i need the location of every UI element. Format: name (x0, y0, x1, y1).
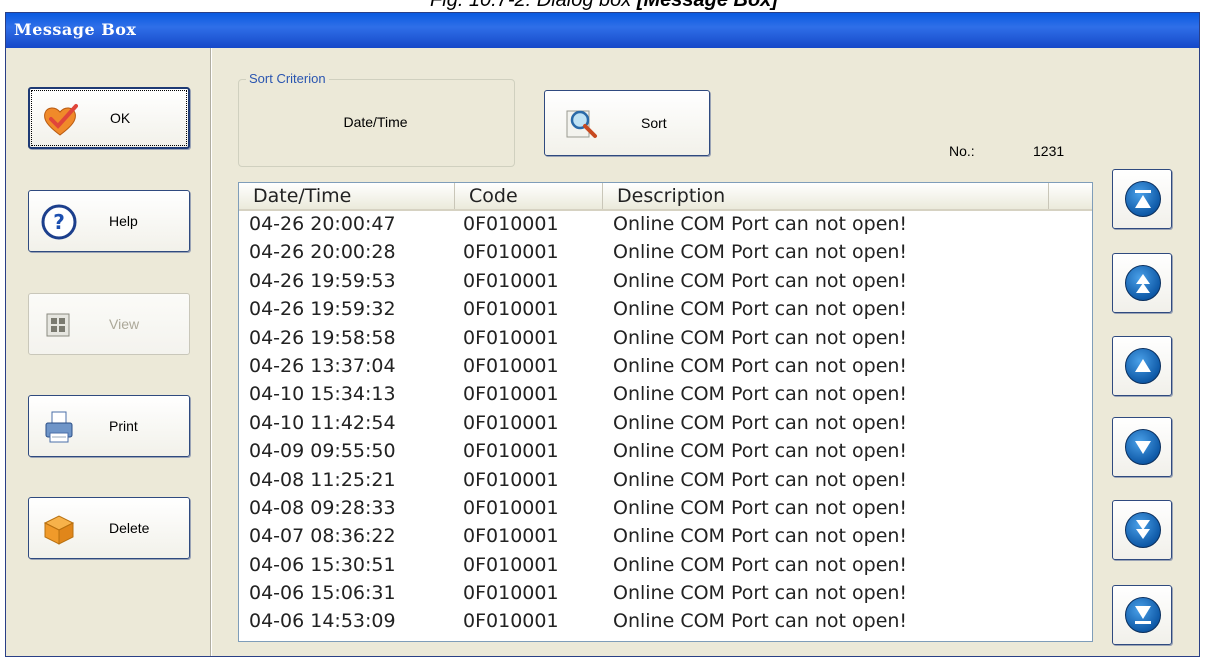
table-row[interactable]: 04-26 19:59:32 0F010001 Online COM Port ca… (239, 296, 1092, 324)
page-up-icon (1136, 274, 1150, 293)
svg-text:?: ? (53, 210, 65, 234)
title-bar[interactable]: Message Box (6, 13, 1199, 48)
column-header-description[interactable]: Description (603, 183, 1049, 209)
table-row[interactable]: 04-26 20:00:28 0F010001 Online COM Port ca… (239, 239, 1092, 267)
print-label: Print (109, 418, 138, 434)
page-up-button[interactable] (1112, 253, 1172, 313)
line-up-icon (1135, 359, 1151, 372)
figure-caption: Fig. 10.7-2: Dialog box [Message Box] (430, 0, 778, 11)
help-button[interactable]: ? Help (28, 190, 190, 252)
first-page-button[interactable] (1112, 169, 1172, 229)
delete-box-icon (43, 515, 75, 545)
message-list[interactable]: Date/Time Code Description 04-26 20:00:4… (238, 182, 1093, 642)
table-row[interactable]: 04-06 15:06:31 0F010001 Online COM Port ca… (239, 580, 1092, 608)
print-button[interactable]: Print (28, 395, 190, 457)
delete-button[interactable]: Delete (28, 497, 190, 559)
printer-icon (45, 411, 73, 443)
line-up-button[interactable] (1112, 336, 1172, 396)
table-row[interactable]: 04-26 13:37:04 0F010001 Online COM Port ca… (239, 353, 1092, 381)
table-row[interactable]: 04-26 19:59:53 0F010001 Online COM Port ca… (239, 268, 1092, 296)
number-label: No.: (949, 143, 975, 159)
column-header-code[interactable]: Code (455, 183, 603, 209)
line-down-icon (1135, 441, 1151, 454)
line-down-button[interactable] (1112, 417, 1172, 477)
ok-label: OK (110, 110, 131, 126)
last-page-button[interactable] (1112, 585, 1172, 645)
view-label: View (109, 316, 140, 332)
list-rows: 04-26 20:00:47 0F010001 Online COM Port ca… (239, 211, 1092, 637)
window-title: Message Box (14, 20, 137, 39)
help-label: Help (109, 213, 138, 229)
table-row[interactable]: 04-26 19:58:58 0F010001 Online COM Port ca… (239, 325, 1092, 353)
list-header: Date/Time Code Description (239, 183, 1092, 211)
sort-criterion-value: Date/Time (343, 114, 408, 130)
table-row[interactable]: 04-08 11:25:21 0F010001 Online COM Port ca… (239, 467, 1092, 495)
table-row[interactable]: 04-06 15:30:51 0F010001 Online COM Port ca… (239, 552, 1092, 580)
table-row[interactable]: 04-10 15:34:13 0F010001 Online COM Port ca… (239, 381, 1092, 409)
view-button[interactable]: View (28, 293, 190, 355)
view-grid-icon (46, 313, 70, 337)
magnifier-icon (566, 110, 597, 138)
number-value: 1231 (1033, 143, 1065, 159)
table-row[interactable]: 04-26 20:00:47 0F010001 Online COM Port ca… (239, 211, 1092, 239)
page-down-button[interactable] (1112, 500, 1172, 560)
ok-button[interactable]: OK (28, 87, 190, 149)
sort-label: Sort (641, 115, 667, 131)
table-row[interactable]: 04-09 09:55:50 0F010001 Online COM Port ca… (239, 438, 1092, 466)
column-header-date-time[interactable]: Date/Time (239, 183, 455, 209)
sort-button[interactable]: Sort (544, 90, 710, 156)
divider (210, 48, 212, 656)
last-page-icon (1135, 606, 1151, 624)
help-icon: ? (41, 204, 77, 240)
delete-label: Delete (109, 520, 150, 536)
table-row[interactable]: 04-07 08:36:22 0F010001 Online COM Port ca… (239, 523, 1092, 551)
checkmark-heart-icon (44, 104, 78, 136)
table-row[interactable]: 04-08 09:28:33 0F010001 Online COM Port ca… (239, 495, 1092, 523)
table-row[interactable]: 04-06 14:53:09 0F010001 Online COM Port ca… (239, 608, 1092, 636)
page-down-icon (1136, 520, 1150, 539)
table-row[interactable]: 04-10 11:42:54 0F010001 Online COM Port ca… (239, 410, 1092, 438)
message-box-window: Message Box OK ? Help View Print Delete … (5, 12, 1200, 657)
first-page-icon (1135, 190, 1151, 208)
